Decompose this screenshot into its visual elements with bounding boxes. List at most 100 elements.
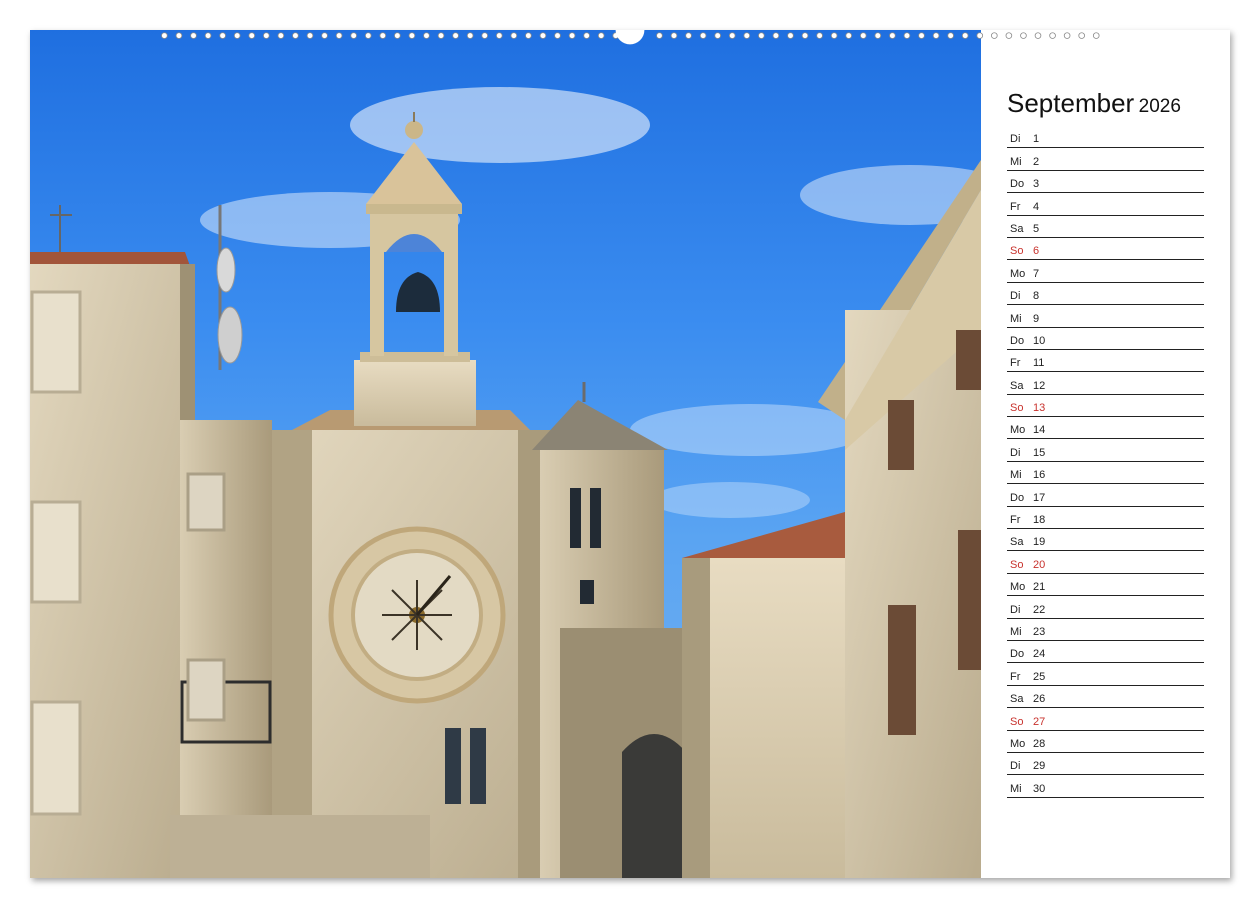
- calendar-day-row: Fr 25: [1007, 663, 1204, 686]
- binding-hole: [947, 32, 954, 39]
- day-number: 28: [1033, 737, 1046, 750]
- day-number: 16: [1033, 469, 1046, 482]
- day-number: 22: [1033, 603, 1046, 616]
- binding-hole: [292, 32, 299, 39]
- weekday-label: Di: [1010, 446, 1021, 459]
- binding-hole: [918, 32, 925, 39]
- shutter-window: [30, 700, 82, 816]
- weekday-label: Mi: [1010, 469, 1022, 482]
- binding-hole: [656, 32, 663, 39]
- calendar-month: September: [1007, 88, 1135, 118]
- weekday-label: Mo: [1010, 267, 1026, 280]
- calendar-day-row: Mo 14: [1007, 417, 1204, 440]
- belfry-finial: [405, 121, 423, 139]
- binding-hole: [466, 32, 474, 39]
- satellite-dish: [217, 306, 243, 364]
- binding-hole: [525, 32, 532, 39]
- binding-hole: [728, 32, 736, 39]
- calendar-day-row: Mi 16: [1007, 462, 1204, 485]
- binding-holes: [161, 30, 1100, 45]
- shutter-window: [30, 500, 82, 604]
- weekday-label: Di: [1010, 290, 1021, 303]
- binding-hole: [845, 32, 853, 39]
- binding-hole: [860, 32, 867, 39]
- day-number: 19: [1033, 536, 1046, 549]
- day-number: 12: [1033, 379, 1046, 392]
- weekday-label: So: [1010, 715, 1024, 728]
- calendar-day-row: Di 29: [1007, 753, 1204, 776]
- calendar-day-row: Di 15: [1007, 439, 1204, 462]
- calendar-day-row: Di 22: [1007, 596, 1204, 619]
- tower-window: [445, 728, 461, 804]
- binding-hole: [699, 32, 707, 39]
- day-number: 13: [1033, 402, 1046, 415]
- bell-icon: [396, 272, 440, 312]
- binding-hole: [481, 32, 488, 39]
- day-number: 3: [1033, 178, 1040, 191]
- binding-hole: [350, 32, 357, 39]
- binding-hole: [991, 32, 998, 39]
- day-number: 11: [1033, 357, 1045, 370]
- weekday-label: So: [1010, 402, 1024, 415]
- binding-hole: [437, 32, 445, 39]
- clock-tower-illustration: [30, 87, 981, 878]
- binding-hole: [787, 32, 794, 39]
- day-number: 6: [1033, 245, 1040, 258]
- weekday-label: Sa: [1010, 222, 1024, 235]
- day-number: 2: [1033, 155, 1040, 168]
- day-number: 26: [1033, 693, 1046, 706]
- binding-hole: [583, 32, 590, 39]
- binding-hole: [233, 32, 241, 39]
- binding-hole: [874, 32, 882, 39]
- weekday-label: Mo: [1010, 424, 1026, 437]
- day-number: 5: [1033, 222, 1040, 235]
- weekday-label: So: [1010, 245, 1024, 258]
- weekday-label: Mi: [1010, 155, 1022, 168]
- calendar-day-row: Mi 9: [1007, 305, 1204, 328]
- weekday-label: Sa: [1010, 536, 1024, 549]
- binding-hole: [510, 32, 518, 39]
- cloud: [350, 87, 650, 163]
- calendar-day-row: Mo 7: [1007, 260, 1204, 283]
- calendar-day-row: Sa 12: [1007, 372, 1204, 395]
- calendar-day-row: Fr 11: [1007, 350, 1204, 373]
- binding-hole: [379, 32, 387, 39]
- binding-hole: [190, 32, 197, 39]
- day-number: 25: [1033, 670, 1046, 683]
- day-number: 21: [1033, 581, 1046, 594]
- binding-hole: [204, 32, 212, 39]
- weekday-label: Sa: [1010, 693, 1024, 706]
- weekday-label: Di: [1010, 603, 1021, 616]
- binding-hole: [801, 32, 809, 39]
- day-number: 27: [1033, 715, 1046, 728]
- right-window: [958, 530, 981, 670]
- weekday-label: Di: [1010, 133, 1021, 146]
- binding-hole: [889, 32, 896, 39]
- day-number: 30: [1033, 782, 1046, 795]
- archway-opening: [622, 734, 686, 878]
- clock-tower-photo: [30, 30, 981, 878]
- tower-window: [470, 728, 486, 804]
- day-number: 9: [1033, 312, 1040, 325]
- day-number: 10: [1033, 334, 1046, 347]
- day-number: 20: [1033, 558, 1046, 571]
- binding-hole: [1005, 32, 1013, 39]
- day-number: 8: [1033, 290, 1040, 303]
- weekday-label: Mi: [1010, 782, 1022, 795]
- shutter-window: [186, 472, 226, 532]
- binding-hole: [452, 32, 459, 39]
- weekday-label: Mi: [1010, 312, 1022, 325]
- calendar-year: 2026: [1138, 96, 1181, 117]
- day-number: 15: [1033, 446, 1046, 459]
- day-number: 4: [1033, 200, 1040, 213]
- binding-hole: [670, 32, 678, 39]
- binding-hole: [568, 32, 576, 39]
- calendar-day-row: So 13: [1007, 395, 1204, 418]
- shutter-window: [30, 290, 82, 394]
- binding-hole: [306, 32, 314, 39]
- binding-hole: [816, 32, 823, 39]
- weekday-label: Sa: [1010, 379, 1024, 392]
- day-number: 29: [1033, 760, 1046, 773]
- belfry-base: [354, 360, 476, 426]
- weekday-label: So: [1010, 558, 1024, 571]
